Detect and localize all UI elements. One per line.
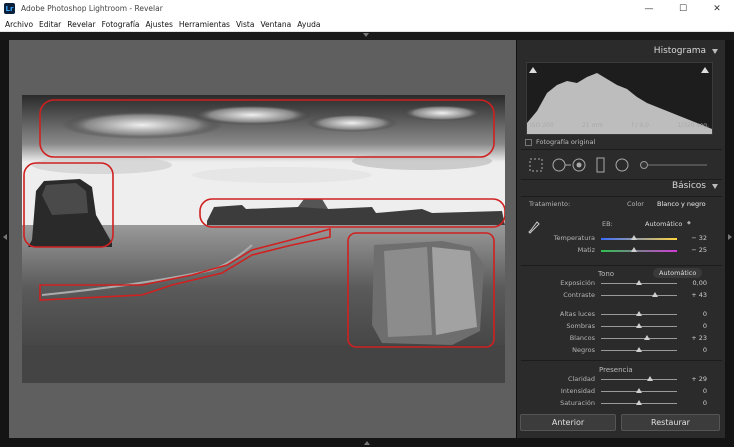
maximize-button[interactable]: ☐ [666, 0, 700, 17]
menu-ajustes[interactable]: Ajustes [146, 20, 173, 29]
menu-vista[interactable]: Vista [236, 20, 255, 29]
slider-label: Claridad [567, 375, 595, 383]
slider-value[interactable]: − 32 [681, 234, 707, 242]
spot-removal-icon[interactable] [552, 158, 566, 172]
histogram-header[interactable]: Histograma [517, 42, 726, 60]
collapse-basic-icon[interactable] [712, 183, 718, 189]
slider-label: Matiz [577, 246, 595, 254]
slider-thumb[interactable] [631, 247, 638, 252]
slider-value[interactable]: 0 [681, 399, 707, 407]
menu-archivo[interactable]: Archivo [5, 20, 33, 29]
slider-value[interactable]: 0 [681, 310, 707, 318]
exif-info: ISO 200 21 mm f / 9,0 1/320 seg. [526, 122, 713, 129]
previous-button[interactable]: Anterior [520, 414, 616, 431]
reset-button[interactable]: Restaurar [621, 414, 720, 431]
slider-thumb[interactable] [636, 323, 642, 328]
divider [521, 265, 722, 266]
menu-ayuda[interactable]: Ayuda [297, 20, 320, 29]
lightroom-app-icon: Lr [4, 3, 15, 14]
expand-left-panel-icon[interactable] [3, 234, 7, 240]
menu-herramientas[interactable]: Herramientas [179, 20, 230, 29]
slider-thumb[interactable] [636, 400, 642, 405]
slider-label: Altas luces [559, 310, 595, 318]
wb-dropdown-arrow-icon[interactable]: ◆ [687, 220, 691, 226]
menu-bar: Archivo Editar Revelar Fotografía Ajuste… [0, 17, 734, 32]
slider-value[interactable]: + 43 [681, 291, 707, 299]
window-title: Adobe Photoshop Lightroom - Revelar [21, 4, 163, 13]
treatment-color-option[interactable]: Color [627, 200, 644, 208]
slider-thumb[interactable] [636, 388, 642, 393]
crop-tool-icon[interactable] [529, 158, 543, 172]
slider-value[interactable]: 0,00 [681, 279, 707, 287]
slider-label: Blancos [569, 334, 595, 342]
slider-thumb[interactable] [651, 292, 658, 297]
highlight-clipping-icon [701, 67, 709, 73]
tool-strip [517, 152, 726, 178]
tone-auto-button[interactable]: Automático [653, 268, 703, 278]
slider-value[interactable]: 0 [681, 322, 707, 330]
slider-thumb[interactable] [636, 311, 642, 316]
slider-value[interactable]: 0 [681, 346, 707, 354]
menu-revelar[interactable]: Revelar [67, 20, 95, 29]
divider [521, 360, 722, 361]
original-photo-label: Fotografía original [536, 138, 596, 146]
slider-label: Exposición [560, 279, 595, 287]
title-bar: Lr Adobe Photoshop Lightroom - Revelar —… [0, 0, 734, 17]
shadow-clipping-icon [529, 67, 537, 73]
wb-dropdown[interactable]: Automático [645, 220, 682, 228]
basic-title: Básicos [671, 181, 706, 191]
radial-filter-icon[interactable] [615, 158, 629, 172]
slider-thumb[interactable] [631, 235, 638, 240]
slider-value[interactable]: + 29 [681, 375, 707, 383]
adjustment-brush-icon[interactable] [640, 161, 648, 169]
slider-label: Negros [572, 346, 595, 354]
slider-value[interactable]: − 25 [681, 246, 707, 254]
wb-label: EB: [602, 220, 613, 228]
slider-value[interactable]: 0 [681, 387, 707, 395]
expand-filmstrip-icon[interactable] [364, 441, 370, 445]
original-photo-checkbox[interactable] [525, 138, 532, 146]
exif-iso: ISO 200 [530, 122, 554, 129]
develop-right-panel: Histograma ISO 200 21 mm f / 9,0 1/320 s… [516, 40, 725, 438]
slider-label: Intensidad [560, 387, 595, 395]
collapse-right-panel-icon[interactable] [728, 234, 732, 240]
slider-label: Saturación [560, 399, 595, 407]
white-balance-eyedropper-icon[interactable] [528, 221, 540, 235]
slider-thumb[interactable] [643, 335, 650, 340]
exif-shutter: 1/320 seg. [677, 122, 709, 129]
slider-thumb[interactable] [636, 347, 642, 352]
slider-value[interactable]: + 23 [681, 334, 707, 342]
histogram-title: Histograma [653, 46, 706, 56]
menu-fotografia[interactable]: Fotografía [102, 20, 140, 29]
slider-track[interactable] [601, 250, 677, 252]
close-button[interactable]: ✕ [700, 0, 734, 17]
divider [521, 196, 722, 197]
slider-track[interactable] [601, 295, 677, 296]
slider-label: Temperatura [553, 234, 595, 242]
treatment-label: Tratamiento: [529, 200, 571, 208]
treatment-bw-option[interactable]: Blanco y negro [657, 200, 706, 208]
slider-label: Contraste [563, 291, 595, 299]
photo-preview [22, 95, 505, 383]
slider-thumb[interactable] [636, 280, 642, 285]
presence-title: Presencia [599, 366, 633, 374]
collapse-histogram-icon[interactable] [712, 48, 718, 54]
window-controls: — ☐ ✕ [632, 0, 734, 17]
collapse-top-panel-icon[interactable] [363, 33, 369, 37]
slider-track[interactable] [601, 379, 677, 380]
slider-track[interactable] [601, 338, 677, 339]
slider-track[interactable] [601, 238, 677, 240]
menu-editar[interactable]: Editar [39, 20, 61, 29]
divider [521, 149, 722, 150]
menu-ventana[interactable]: Ventana [260, 20, 291, 29]
exif-focal: 21 mm [581, 122, 604, 129]
basic-header[interactable]: Básicos [517, 177, 726, 195]
slider-label: Sombras [566, 322, 595, 330]
slider-thumb[interactable] [646, 376, 653, 381]
minimize-button[interactable]: — [632, 0, 666, 17]
original-photo-toggle[interactable]: Fotografía original [525, 138, 595, 146]
exif-aperture: f / 9,0 [631, 122, 649, 129]
graduated-filter-icon[interactable] [596, 157, 605, 173]
tone-title: Tono [598, 270, 615, 278]
